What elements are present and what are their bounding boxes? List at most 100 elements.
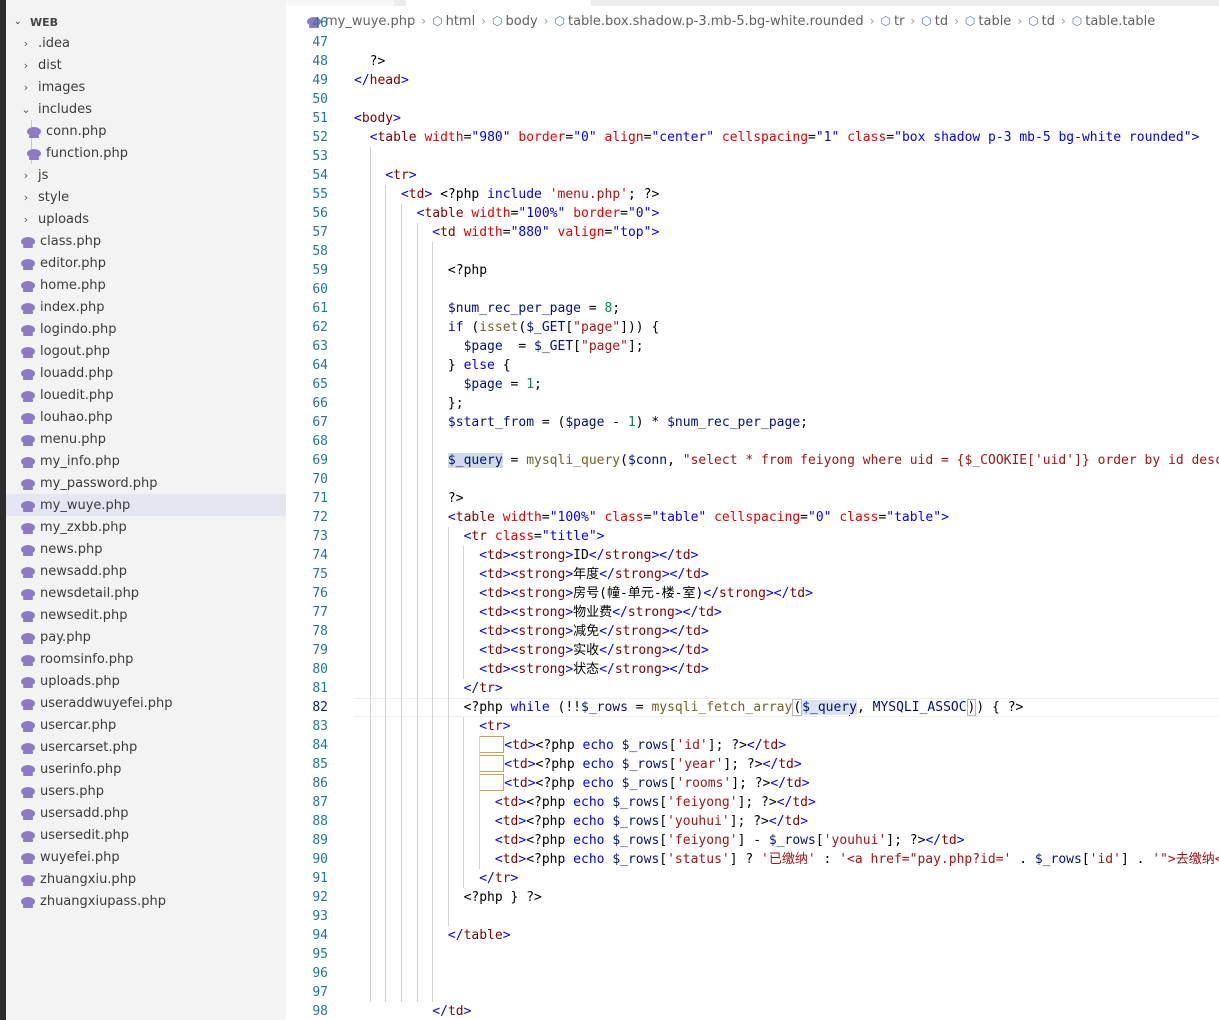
code-line[interactable]: 68 xyxy=(286,432,1219,451)
file-item[interactable]: newsadd.php xyxy=(6,560,286,582)
file-item[interactable]: my_info.php xyxy=(6,450,286,472)
file-item[interactable]: userinfo.php xyxy=(6,758,286,780)
explorer-section-header[interactable]: ⌄ WEB xyxy=(6,0,286,32)
code-line[interactable]: 46 xyxy=(286,14,1219,33)
file-item[interactable]: usercar.php xyxy=(6,714,286,736)
code-line[interactable]: 76 <td><strong>房号(幢-单元-楼-室)</strong></td… xyxy=(286,584,1219,603)
indent-guide xyxy=(463,717,465,888)
file-item[interactable]: editor.php xyxy=(6,252,286,274)
code-line[interactable]: 88 <td><?php echo $_rows['youhui']; ?></… xyxy=(286,812,1219,831)
code-line[interactable]: 74 <td><strong>ID</strong></td> xyxy=(286,546,1219,565)
code-line[interactable]: 59 <?php xyxy=(286,261,1219,280)
file-item[interactable]: roomsinfo.php xyxy=(6,648,286,670)
tab-active[interactable] xyxy=(406,0,591,6)
code-line[interactable]: 63 $page = $_GET["page"]; xyxy=(286,337,1219,356)
tree-item-label: my_info.php xyxy=(40,453,120,469)
file-item[interactable]: my_wuye.php xyxy=(6,494,286,516)
code-line[interactable]: 89 <td><?php echo $_rows['feiyong'] - $_… xyxy=(286,831,1219,850)
code-line[interactable]: 87 <td><?php echo $_rows['feiyong']; ?><… xyxy=(286,793,1219,812)
code-line[interactable]: 95 xyxy=(286,945,1219,964)
file-item[interactable]: louedit.php xyxy=(6,384,286,406)
file-item[interactable]: conn.php xyxy=(6,120,286,142)
code-line[interactable]: 97 xyxy=(286,983,1219,1002)
file-item[interactable]: my_zxbb.php xyxy=(6,516,286,538)
code-line[interactable]: 55 <td> <?php include 'menu.php'; ?> xyxy=(286,185,1219,204)
code-line[interactable]: 50 xyxy=(286,90,1219,109)
code-line[interactable]: 77 <td><strong>物业费</strong></td> xyxy=(286,603,1219,622)
line-text: <td><strong>实收</strong></td> xyxy=(479,643,709,658)
code-line[interactable]: 70 xyxy=(286,470,1219,489)
folder-item[interactable]: › style xyxy=(6,186,286,208)
code-line[interactable]: 71 ?> xyxy=(286,489,1219,508)
file-item[interactable]: menu.php xyxy=(6,428,286,450)
file-item[interactable]: my_password.php xyxy=(6,472,286,494)
tab-inactive[interactable] xyxy=(286,0,394,6)
file-item[interactable]: useraddwuyefei.php xyxy=(6,692,286,714)
code-line[interactable]: 52 <table width="980" border="0" align="… xyxy=(286,128,1219,147)
folder-item[interactable]: › js xyxy=(6,164,286,186)
code-line[interactable]: 90 <td><?php echo $_rows['status'] ? '已缴… xyxy=(286,850,1219,869)
code-line[interactable]: 72 <table width="100%" class="table" cel… xyxy=(286,508,1219,527)
file-item[interactable]: logout.php xyxy=(6,340,286,362)
file-item[interactable]: uploads.php xyxy=(6,670,286,692)
file-item[interactable]: news.php xyxy=(6,538,286,560)
code-line[interactable]: 64 } else { xyxy=(286,356,1219,375)
code-line[interactable]: 91 </tr> xyxy=(286,869,1219,888)
code-line[interactable]: 75 <td><strong>年度</strong></td> xyxy=(286,565,1219,584)
folder-item[interactable]: › .idea xyxy=(6,32,286,54)
file-item[interactable]: users.php xyxy=(6,780,286,802)
code-line[interactable]: 84 <td><?php echo $_rows['id']; ?></td> xyxy=(286,736,1219,755)
code-line[interactable]: 57 <td width="880" valign="top"> xyxy=(286,223,1219,242)
code-line[interactable]: 65 $page = 1; xyxy=(286,375,1219,394)
file-item[interactable]: function.php xyxy=(6,142,286,164)
code-line[interactable]: 48 ?> xyxy=(286,52,1219,71)
code-line[interactable]: 85 <td><?php echo $_rows['year']; ?></td… xyxy=(286,755,1219,774)
code-line[interactable]: 51 <body> xyxy=(286,109,1219,128)
file-item[interactable]: zhuangxiu.php xyxy=(6,868,286,890)
code-line[interactable]: 49 </head> xyxy=(286,71,1219,90)
code-line[interactable]: 98 </td> xyxy=(286,1002,1219,1020)
code-line[interactable]: 79 <td><strong>实收</strong></td> xyxy=(286,641,1219,660)
file-item[interactable]: louadd.php xyxy=(6,362,286,384)
file-item[interactable]: usercarset.php xyxy=(6,736,286,758)
folder-item[interactable]: › images xyxy=(6,76,286,98)
code-line[interactable]: 56 <table width="100%" border="0"> xyxy=(286,204,1219,223)
code-line[interactable]: 83 <tr> xyxy=(286,717,1219,736)
code-line[interactable]: 61 $num_rec_per_page = 8; xyxy=(286,299,1219,318)
file-item[interactable]: zhuangxiupass.php xyxy=(6,890,286,912)
code-line[interactable]: 54 <tr> xyxy=(286,166,1219,185)
code-line[interactable]: 80 <td><strong>状态</strong></td> xyxy=(286,660,1219,679)
code-line[interactable]: 96 xyxy=(286,964,1219,983)
file-item[interactable]: usersadd.php xyxy=(6,802,286,824)
folder-item[interactable]: › uploads xyxy=(6,208,286,230)
file-item[interactable]: logindo.php xyxy=(6,318,286,340)
tree-item-label: logout.php xyxy=(40,343,110,359)
code-line[interactable]: 93 xyxy=(286,907,1219,926)
folder-item[interactable]: › dist xyxy=(6,54,286,76)
file-item[interactable]: index.php xyxy=(6,296,286,318)
file-item[interactable]: louhao.php xyxy=(6,406,286,428)
file-item[interactable]: home.php xyxy=(6,274,286,296)
code-line[interactable]: 82 <?php while (!!$_rows = mysqli_fetch_… xyxy=(286,698,1219,717)
file-item[interactable]: newsdetail.php xyxy=(6,582,286,604)
file-item[interactable]: usersedit.php xyxy=(6,824,286,846)
code-line[interactable]: 60 xyxy=(286,280,1219,299)
code-line[interactable]: 53 xyxy=(286,147,1219,166)
code-line[interactable]: 58 xyxy=(286,242,1219,261)
code-line[interactable]: 78 <td><strong>减免</strong></td> xyxy=(286,622,1219,641)
folder-item[interactable]: ⌄ includes xyxy=(6,98,286,120)
code-line[interactable]: 73 <tr class="title"> xyxy=(286,527,1219,546)
code-line[interactable]: 81 </tr> xyxy=(286,679,1219,698)
code-line[interactable]: 86 <td><?php echo $_rows['rooms']; ?></t… xyxy=(286,774,1219,793)
code-line[interactable]: 69 $_query = mysqli_query($conn, "select… xyxy=(286,451,1219,470)
code-line[interactable]: 67 $start_from = ($page - 1) * $num_rec_… xyxy=(286,413,1219,432)
code-line[interactable]: 94 </table> xyxy=(286,926,1219,945)
file-item[interactable]: newsedit.php xyxy=(6,604,286,626)
code-line[interactable]: 47 xyxy=(286,33,1219,52)
code-line[interactable]: 92 <?php } ?> xyxy=(286,888,1219,907)
code-line[interactable]: 62 if (isset($_GET["page"])) { xyxy=(286,318,1219,337)
file-item[interactable]: wuyefei.php xyxy=(6,846,286,868)
file-item[interactable]: pay.php xyxy=(6,626,286,648)
code-line[interactable]: 66 }; xyxy=(286,394,1219,413)
file-item[interactable]: class.php xyxy=(6,230,286,252)
